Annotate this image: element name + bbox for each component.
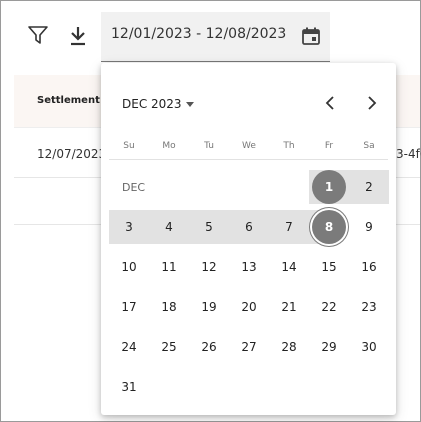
day-cell[interactable]: 4: [152, 210, 186, 244]
day-cell[interactable]: 25: [152, 330, 186, 364]
date-range-field[interactable]: 12/01/2023 - 12/08/2023: [101, 12, 330, 62]
day-cell[interactable]: 28: [272, 330, 306, 364]
day-cell[interactable]: 16: [352, 250, 386, 284]
month-year-label: DEC 2023: [122, 97, 182, 111]
day-cell[interactable]: 10: [112, 250, 146, 284]
day-cell[interactable]: 19: [192, 290, 226, 324]
date-range-value: 12/01/2023 - 12/08/2023: [111, 26, 287, 42]
weekday-label: Sa: [363, 141, 375, 151]
chevron-right-icon[interactable]: [361, 93, 381, 113]
day-cell[interactable]: 7: [272, 210, 306, 244]
day-cell[interactable]: 1: [312, 170, 346, 204]
day-cell[interactable]: 23: [352, 290, 386, 324]
weekday-label: We: [242, 141, 256, 151]
day-cell[interactable]: 22: [312, 290, 346, 324]
day-cell[interactable]: 31: [112, 370, 146, 404]
weekday-label: Th: [283, 141, 295, 151]
weekday-label: Fr: [324, 141, 334, 151]
day-cell[interactable]: 21: [272, 290, 306, 324]
day-cell[interactable]: 9: [352, 210, 386, 244]
day-cell[interactable]: 20: [232, 290, 266, 324]
calendar-icon[interactable]: [301, 26, 321, 50]
weekday-label: Mo: [162, 141, 176, 151]
weekday-label: Tu: [204, 141, 214, 151]
day-cell[interactable]: 13: [232, 250, 266, 284]
weekday-divider: [109, 159, 388, 160]
day-cell[interactable]: 5: [192, 210, 226, 244]
download-icon[interactable]: [68, 25, 88, 51]
day-cell[interactable]: 14: [272, 250, 306, 284]
filter-icon[interactable]: [27, 24, 49, 50]
day-cell[interactable]: 15: [312, 250, 346, 284]
day-cell[interactable]: 2: [352, 170, 386, 204]
day-cell[interactable]: 12: [192, 250, 226, 284]
month-year-selector[interactable]: DEC 2023: [122, 97, 194, 111]
day-cell[interactable]: 26: [192, 330, 226, 364]
day-cell[interactable]: 8: [312, 210, 346, 244]
day-cell[interactable]: 3: [112, 210, 146, 244]
day-cell[interactable]: 29: [312, 330, 346, 364]
caret-down-icon: [185, 101, 194, 107]
day-cell[interactable]: 27: [232, 330, 266, 364]
day-cell[interactable]: 11: [152, 250, 186, 284]
month-label: DEC: [122, 181, 146, 194]
day-cell[interactable]: 17: [112, 290, 146, 324]
chevron-left-icon[interactable]: [321, 93, 341, 113]
weekday-label: Su: [123, 141, 135, 151]
day-cell[interactable]: 30: [352, 330, 386, 364]
day-cell[interactable]: 24: [112, 330, 146, 364]
table-cell-id: 3-4f6: [396, 147, 421, 161]
table-cell-date: 12/07/2023: [37, 147, 107, 161]
day-cell[interactable]: 6: [232, 210, 266, 244]
day-cell[interactable]: 18: [152, 290, 186, 324]
date-picker-popup: DEC 2023 Su Mo Tu We Th Fr Sa DEC 1 2 3 4 5 6 7 8 9 10 1…: [101, 63, 396, 415]
